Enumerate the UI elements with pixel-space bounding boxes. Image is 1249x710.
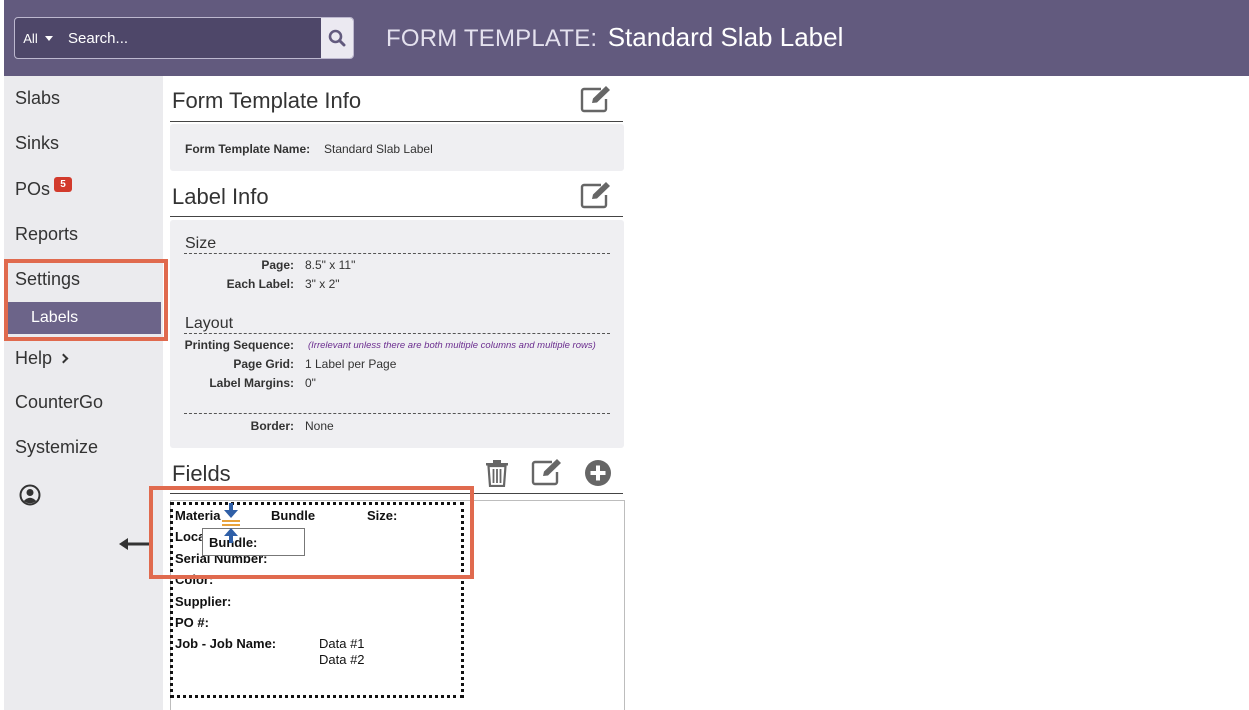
border-label: Border: [250,419,294,433]
layout-subtitle: Layout [185,315,234,332]
label-margins-label: Label Margins: [209,376,294,390]
sidebar-item-label: CounterGo [15,392,104,412]
dashed-divider [184,413,610,414]
po-count-badge: 5 [54,177,73,192]
section-divider [170,216,623,217]
top-header: All FORM TEMPLATE: Standard Slab Label [4,0,1249,76]
chevron-right-icon [58,353,69,364]
page-size-label: Page: [261,258,294,272]
sidebar-item-label: Reports [15,224,79,244]
form-template-info-panel: Form Template Name: Standard Slab Label [170,124,624,171]
form-template-name-label: Form Template Name: [185,142,311,156]
page-grid-label: Page Grid: [233,357,294,371]
search-button[interactable] [321,18,353,58]
sidebar-item-sinks[interactable]: Sinks [15,133,59,154]
page-title: FORM TEMPLATE: Standard Slab Label [386,22,843,53]
sidebar-item-label: Slabs [15,88,61,108]
page-size-value: 8.5" x 11" [305,258,356,272]
printing-sequence-label: Printing Sequence: [184,338,294,352]
field-po[interactable]: PO #: [175,615,209,630]
label-info-title: Label Info [172,184,269,209]
each-label-value: 3" x 2" [305,277,340,291]
search-input[interactable] [61,18,321,58]
edit-icon[interactable] [580,85,612,113]
sidebar-item-reports[interactable]: Reports [15,224,78,245]
search-scope-label: All [23,30,38,46]
sidebar-item-label: POs [15,179,51,199]
edit-icon[interactable] [580,181,612,209]
field-data-1[interactable]: Data #1 [319,636,365,651]
page-title-prefix: FORM TEMPLATE: [386,25,598,52]
sidebar-item-help[interactable]: Help [15,348,69,369]
sidebar-item-systemize[interactable]: Systemize [15,437,98,458]
arrow-left-icon [119,538,149,550]
field-data-2[interactable]: Data #2 [319,652,365,667]
trash-icon[interactable] [485,459,509,487]
sidebar-item-pos[interactable]: POs 5 [15,177,73,200]
user-circle-icon[interactable] [19,484,41,506]
sidebar-item-countergo[interactable]: CounterGo [15,392,103,413]
form-template-info-title: Form Template Info [172,88,362,113]
label-margins-value: 0" [305,376,316,390]
app-frame: All FORM TEMPLATE: Standard Slab Label S… [0,0,1249,710]
size-subtitle: Size [185,235,217,252]
caret-down-icon [44,35,53,41]
sidebar-item-slabs[interactable]: Slabs [15,88,60,109]
dashed-divider [184,253,610,254]
search-bar: All [14,17,354,59]
sidebar-item-label: Systemize [15,437,99,457]
printing-sequence-note: (Irrelevant unless there are both multip… [308,340,596,351]
section-divider [170,121,623,122]
dashed-divider [184,333,610,334]
search-scope-dropdown[interactable]: All [15,18,61,58]
sidebar-item-label: Help [15,348,53,368]
page-title-name: Standard Slab Label [607,22,844,52]
drag-highlight-box [149,486,474,579]
field-supplier[interactable]: Supplier: [175,594,231,609]
field-job[interactable]: Job - Job Name: [175,636,276,651]
search-icon [328,29,346,47]
sidebar-item-label: Sinks [15,133,60,153]
edit-icon[interactable] [531,458,563,486]
page-grid-value: 1 Label per Page [305,357,397,371]
settings-highlight-box [4,259,168,341]
add-circle-icon[interactable] [584,459,612,487]
each-label-label: Each Label: [226,277,294,291]
border-value: None [305,419,334,433]
sidebar-footer [4,470,163,710]
fields-title: Fields [172,461,231,486]
form-template-name-value: Standard Slab Label [324,142,433,156]
